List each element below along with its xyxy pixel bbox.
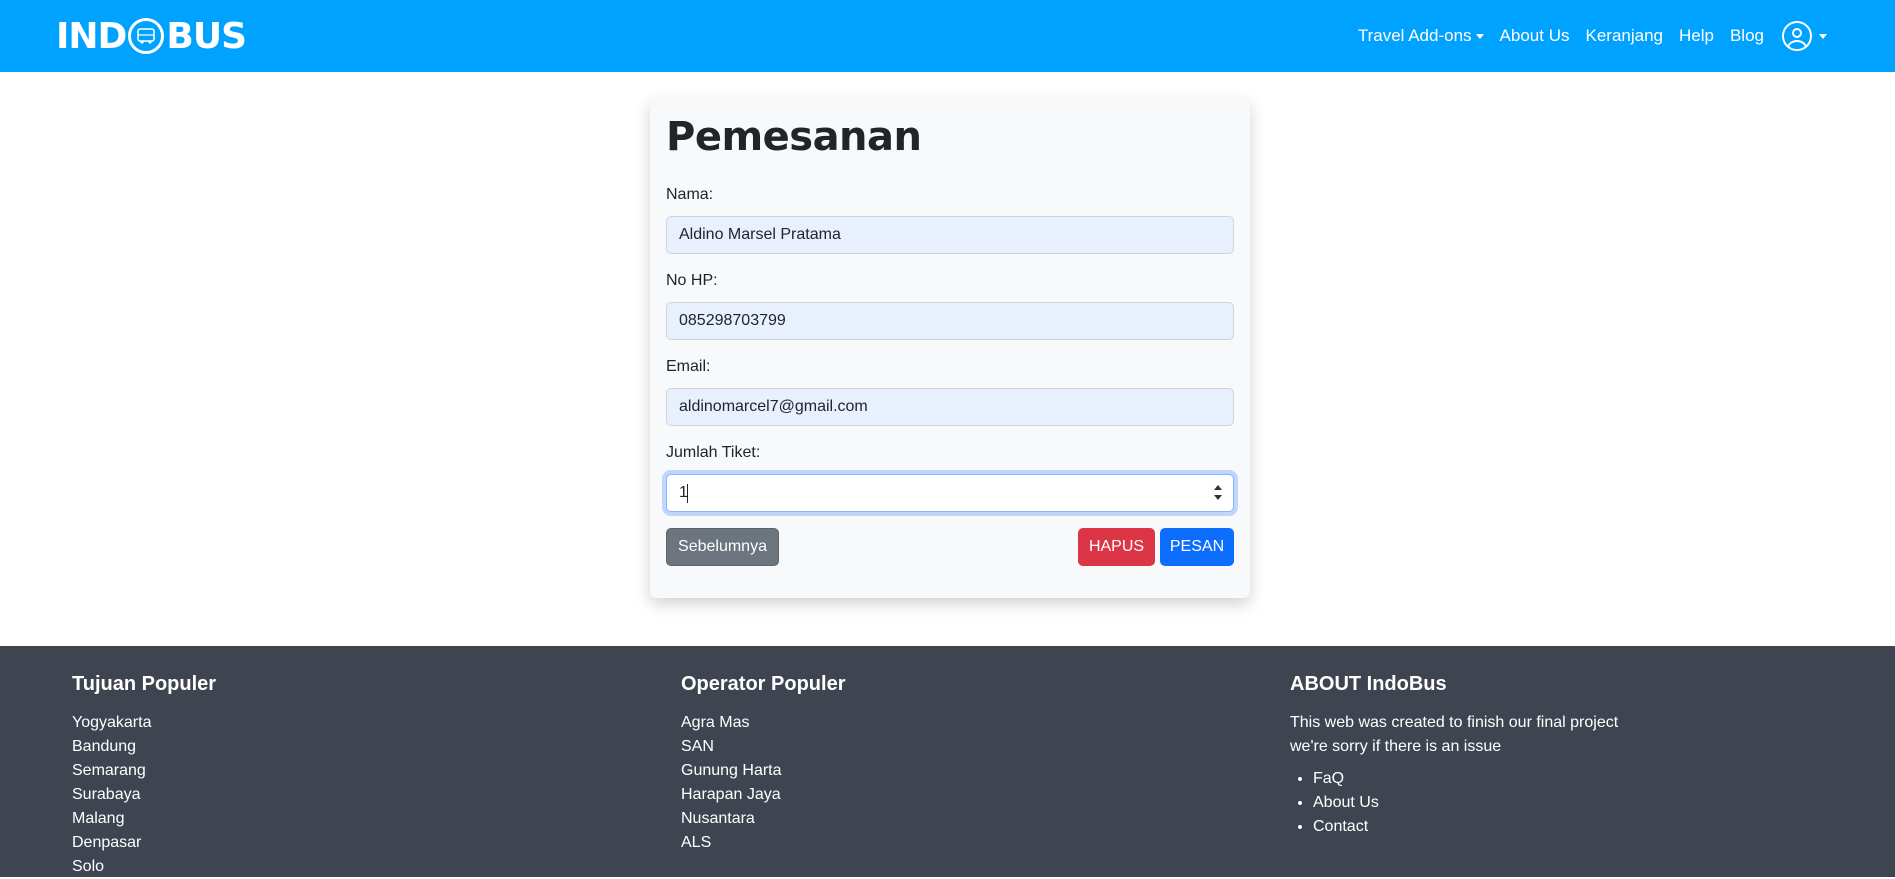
user-menu-dropdown[interactable] bbox=[1764, 21, 1827, 51]
list-item[interactable]: Solo bbox=[72, 855, 216, 879]
list-item[interactable]: Harapan Jaya bbox=[681, 783, 845, 807]
about-line-2: we're sorry if there is an issue bbox=[1290, 738, 1502, 755]
tujuan-list: Yogyakarta Bandung Semarang Surabaya Mal… bbox=[72, 711, 216, 879]
faq-link[interactable]: FaQ bbox=[1313, 767, 1618, 791]
nav-links: Travel Add-ons About Us Keranjang Help B… bbox=[1342, 20, 1827, 52]
logo-text-right: BUS bbox=[166, 15, 247, 57]
list-item[interactable]: Nusantara bbox=[681, 807, 845, 831]
nama-input[interactable] bbox=[666, 216, 1234, 254]
nama-label: Nama: bbox=[666, 186, 714, 203]
jumlah-tiket-label: Jumlah Tiket: bbox=[666, 444, 761, 461]
list-item[interactable]: SAN bbox=[681, 735, 845, 759]
about-text: This web was created to finish our final… bbox=[1290, 711, 1618, 759]
nav-travel-addons-dropdown[interactable]: Travel Add-ons bbox=[1358, 26, 1484, 46]
booking-card: Pemesanan Nama: No HP: Email: Jumlah Tik… bbox=[650, 98, 1250, 598]
hp-input[interactable] bbox=[666, 302, 1234, 340]
nav-keranjang[interactable]: Keranjang bbox=[1585, 26, 1663, 46]
list-item[interactable]: Yogyakarta bbox=[72, 711, 216, 735]
footer-col1-title: Tujuan Populer bbox=[72, 673, 217, 695]
page-title: Pemesanan bbox=[666, 114, 922, 160]
number-stepper[interactable] bbox=[1213, 483, 1223, 503]
indobus-logo[interactable]: IND BUS bbox=[56, 14, 247, 58]
nav-travel-addons-label: Travel Add-ons bbox=[1357, 26, 1472, 45]
hapus-button[interactable]: HAPUS bbox=[1078, 528, 1155, 566]
user-avatar-icon bbox=[1782, 21, 1812, 51]
caret-down-icon bbox=[1475, 33, 1484, 39]
footer-col-tujuan: Tujuan Populer Yogyakarta Bandung Semara… bbox=[72, 672, 216, 879]
list-item[interactable]: ALS bbox=[681, 831, 845, 855]
operator-list: Agra Mas SAN Gunung Harta Harapan Jaya N… bbox=[681, 711, 845, 855]
list-item[interactable]: Agra Mas bbox=[681, 711, 845, 735]
stepper-up-icon[interactable] bbox=[1214, 485, 1222, 490]
nav-help[interactable]: Help bbox=[1679, 26, 1714, 46]
about-links: FaQ About Us Contact bbox=[1290, 767, 1618, 839]
footer: Tujuan Populer Yogyakarta Bandung Semara… bbox=[0, 646, 1895, 877]
nav-blog[interactable]: Blog bbox=[1730, 26, 1764, 46]
list-item[interactable]: Bandung bbox=[72, 735, 216, 759]
text-cursor bbox=[687, 484, 688, 503]
sebelumnya-button[interactable]: Sebelumnya bbox=[666, 528, 779, 566]
list-item[interactable]: Surabaya bbox=[72, 783, 216, 807]
list-item[interactable]: Semarang bbox=[72, 759, 216, 783]
caret-down-icon bbox=[1819, 33, 1827, 39]
about-line-1: This web was created to finish our final… bbox=[1290, 714, 1619, 731]
contact-link[interactable]: Contact bbox=[1313, 815, 1618, 839]
email-label: Email: bbox=[666, 358, 711, 375]
footer-col-operator: Operator Populer Agra Mas SAN Gunung Har… bbox=[681, 672, 845, 855]
nav-about-us[interactable]: About Us bbox=[1500, 26, 1570, 46]
navbar: IND BUS Travel Add-ons About Us Keranjan… bbox=[0, 0, 1895, 72]
footer-col3-title: ABOUT IndoBus bbox=[1290, 673, 1447, 695]
pesan-button[interactable]: PESAN bbox=[1160, 528, 1234, 566]
list-item[interactable]: Denpasar bbox=[72, 831, 216, 855]
list-item[interactable]: Malang bbox=[72, 807, 216, 831]
jumlah-tiket-input[interactable]: 1 bbox=[666, 474, 1234, 512]
email-input[interactable] bbox=[666, 388, 1234, 426]
hp-label: No HP: bbox=[666, 272, 718, 289]
about-us-link[interactable]: About Us bbox=[1313, 791, 1618, 815]
footer-col2-title: Operator Populer bbox=[681, 673, 846, 695]
list-item[interactable]: Gunung Harta bbox=[681, 759, 845, 783]
footer-col-about: ABOUT IndoBus This web was created to fi… bbox=[1290, 672, 1618, 839]
logo-text-left: IND bbox=[56, 15, 127, 57]
stepper-down-icon[interactable] bbox=[1214, 495, 1222, 500]
bus-icon bbox=[128, 18, 165, 54]
